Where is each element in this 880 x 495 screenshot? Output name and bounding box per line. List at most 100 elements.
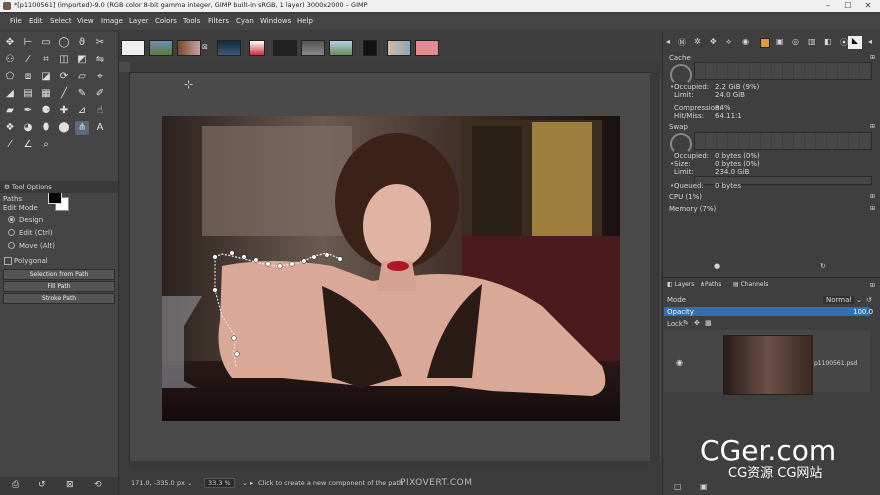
image-tab-thumb[interactable] bbox=[121, 40, 145, 56]
pointer-tab-icon[interactable]: ◧ bbox=[824, 37, 832, 46]
selection-from-path-button[interactable]: Selection from Path bbox=[3, 269, 115, 280]
new-layer-icon[interactable]: ▢ bbox=[674, 482, 682, 491]
crop-tool-icon[interactable]: ⌗ bbox=[39, 53, 53, 67]
scissors-select-icon[interactable]: ✂ bbox=[93, 36, 107, 50]
mode-select[interactable]: Normal bbox=[823, 296, 855, 304]
gradients-tab-icon[interactable]: ◉ bbox=[742, 37, 749, 46]
menu-help[interactable]: Help bbox=[297, 17, 313, 25]
bucket-fill-icon[interactable]: ◢ bbox=[3, 87, 17, 101]
cache-expand-icon[interactable]: ⊞ bbox=[870, 54, 875, 61]
layer-row[interactable]: ◉ p1100561.psd bbox=[664, 330, 870, 395]
image-tab-thumb[interactable] bbox=[273, 40, 297, 56]
menu-image[interactable]: Image bbox=[101, 17, 123, 25]
lock-alpha-icon[interactable]: ▩ bbox=[705, 319, 712, 327]
ellipse-select-icon[interactable]: ◯ bbox=[57, 36, 71, 50]
handle-transform-icon[interactable]: ⌖ bbox=[93, 70, 107, 84]
unified-transform-icon[interactable]: ◫ bbox=[57, 53, 71, 67]
fuzzy-select-icon[interactable]: ⁄ bbox=[21, 53, 35, 67]
image-tab-thumb[interactable] bbox=[301, 40, 325, 56]
minimize-button[interactable]: – bbox=[818, 0, 838, 12]
tab-paths[interactable]: ⋔Paths bbox=[700, 281, 721, 291]
mode-edit-radio[interactable] bbox=[8, 229, 15, 236]
mypaint-brush-icon[interactable]: ⬤ bbox=[57, 121, 71, 135]
heal-tool-icon[interactable]: ✚ bbox=[57, 104, 71, 118]
horizontal-scrollbar[interactable] bbox=[130, 461, 650, 469]
menu-cyan[interactable]: Cyan bbox=[236, 17, 254, 25]
perspective-clone-icon[interactable]: ⊿ bbox=[75, 104, 89, 118]
mode-design-label[interactable]: Design bbox=[19, 216, 43, 224]
record-icon[interactable]: ● bbox=[714, 262, 720, 270]
move-tool-icon[interactable]: ✥ bbox=[3, 36, 17, 50]
stroke-path-button[interactable]: Stroke Path bbox=[3, 293, 115, 304]
opacity-value[interactable]: 100.0 bbox=[853, 308, 873, 316]
blend-tool-icon[interactable]: ▤ bbox=[21, 87, 35, 101]
image-tab-thumb[interactable] bbox=[177, 40, 201, 56]
save-options-icon[interactable]: ⎙ bbox=[12, 480, 19, 490]
menu-file[interactable]: File bbox=[10, 17, 22, 25]
vertical-scrollbar[interactable] bbox=[650, 72, 660, 462]
paintbrush-icon[interactable]: ╱ bbox=[57, 87, 71, 101]
mode-reset-icon[interactable]: ↺ bbox=[866, 296, 872, 304]
templates-tab-icon[interactable]: ▣ bbox=[776, 37, 784, 46]
fill-path-button[interactable]: Fill Path bbox=[3, 281, 115, 292]
layer-name[interactable]: p1100561.psd bbox=[814, 360, 857, 367]
eraser-icon[interactable]: ▰ bbox=[3, 104, 17, 118]
menu-select[interactable]: Select bbox=[50, 17, 72, 25]
layers-panel-menu-icon[interactable]: ⊞ bbox=[870, 282, 875, 289]
layer-visibility-eye-icon[interactable]: ◉ bbox=[676, 358, 683, 367]
close-button[interactable]: ✕ bbox=[858, 0, 878, 12]
free-select-icon[interactable]: ϑ bbox=[75, 36, 89, 50]
reset-options-icon[interactable]: ⟲ bbox=[94, 480, 102, 490]
reset-dashboard-icon[interactable]: ↻ bbox=[820, 262, 826, 270]
tab-layers[interactable]: ◧ Layers bbox=[667, 281, 694, 291]
polygonal-label[interactable]: Polygonal bbox=[14, 257, 48, 265]
lock-position-icon[interactable]: ✥ bbox=[694, 319, 700, 327]
menu-view[interactable]: View bbox=[77, 17, 94, 25]
restore-options-icon[interactable]: ↺ bbox=[38, 480, 46, 490]
pencil-icon[interactable]: ✎ bbox=[75, 87, 89, 101]
delete-options-icon[interactable]: ⊠ bbox=[66, 480, 74, 490]
blur-sharpen-icon[interactable]: ❖ bbox=[3, 121, 17, 135]
smudge-icon[interactable]: ☝ bbox=[93, 104, 107, 118]
gradient-icon[interactable]: ▦ bbox=[39, 87, 53, 101]
patterns-tab-icon[interactable]: ✲ bbox=[694, 37, 701, 46]
cpu-label[interactable]: CPU (1%) bbox=[669, 193, 702, 201]
dynamics-tab-icon[interactable]: ⟡ bbox=[726, 37, 731, 47]
rect-select-icon[interactable]: ▭ bbox=[39, 36, 53, 50]
menu-windows[interactable]: Windows bbox=[260, 17, 291, 25]
histogram-tab-icon[interactable]: ▥ bbox=[808, 37, 816, 46]
perspective-icon[interactable]: ⧈ bbox=[21, 70, 35, 84]
align-tool-icon[interactable]: ⊢ bbox=[21, 36, 35, 50]
menu-filters[interactable]: Filters bbox=[208, 17, 229, 25]
ink-tool-icon[interactable]: ✒ bbox=[21, 104, 35, 118]
swap-expand-icon[interactable]: ⊞ bbox=[870, 123, 875, 130]
new-group-icon[interactable]: ▣ bbox=[700, 482, 708, 491]
images-tab-icon[interactable]: ◎ bbox=[792, 37, 799, 46]
image-tab-thumb[interactable] bbox=[387, 40, 411, 56]
zoom-dropdown-icon[interactable]: ⌄ bbox=[242, 479, 248, 487]
menu-layer[interactable]: Layer bbox=[129, 17, 149, 25]
dashboard-tab-icon[interactable]: ◣ bbox=[848, 36, 862, 49]
dock-menu-icon[interactable]: ◂ bbox=[666, 37, 670, 46]
maximize-button[interactable]: ☐ bbox=[838, 0, 858, 12]
scale-tool-icon[interactable]: ◪ bbox=[39, 70, 53, 84]
memory-expand-icon[interactable]: ⊞ bbox=[870, 205, 875, 212]
fg-bg-color-swatch[interactable] bbox=[48, 190, 69, 211]
palette-tab-icon[interactable] bbox=[760, 38, 770, 48]
mode-move-radio[interactable] bbox=[8, 242, 15, 249]
mode-design-radio[interactable] bbox=[8, 216, 15, 223]
image-tab-thumb[interactable] bbox=[415, 40, 439, 56]
zoom-tool-icon[interactable]: ⌕ bbox=[39, 138, 53, 152]
mode-dropdown-icon[interactable]: ⌄ bbox=[856, 296, 862, 304]
mode-edit-label[interactable]: Edit (Ctrl) bbox=[19, 229, 53, 237]
unit-dropdown-icon[interactable]: ⌄ bbox=[187, 479, 192, 487]
fonts-tab-icon[interactable]: ✥ bbox=[710, 37, 717, 46]
mode-move-label[interactable]: Move (Alt) bbox=[19, 242, 55, 250]
warp-transform-icon[interactable]: ◩ bbox=[75, 53, 89, 67]
close-tab-icon[interactable]: ⊠ bbox=[202, 43, 208, 51]
shear-tool-icon[interactable]: ▱ bbox=[75, 70, 89, 84]
clone-tool-icon[interactable]: ⚈ bbox=[39, 104, 53, 118]
tab-channels[interactable]: ▤ Channels bbox=[733, 281, 768, 291]
image-tab-thumb[interactable] bbox=[217, 40, 241, 56]
lock-pixels-icon[interactable]: ✎ bbox=[683, 319, 689, 327]
